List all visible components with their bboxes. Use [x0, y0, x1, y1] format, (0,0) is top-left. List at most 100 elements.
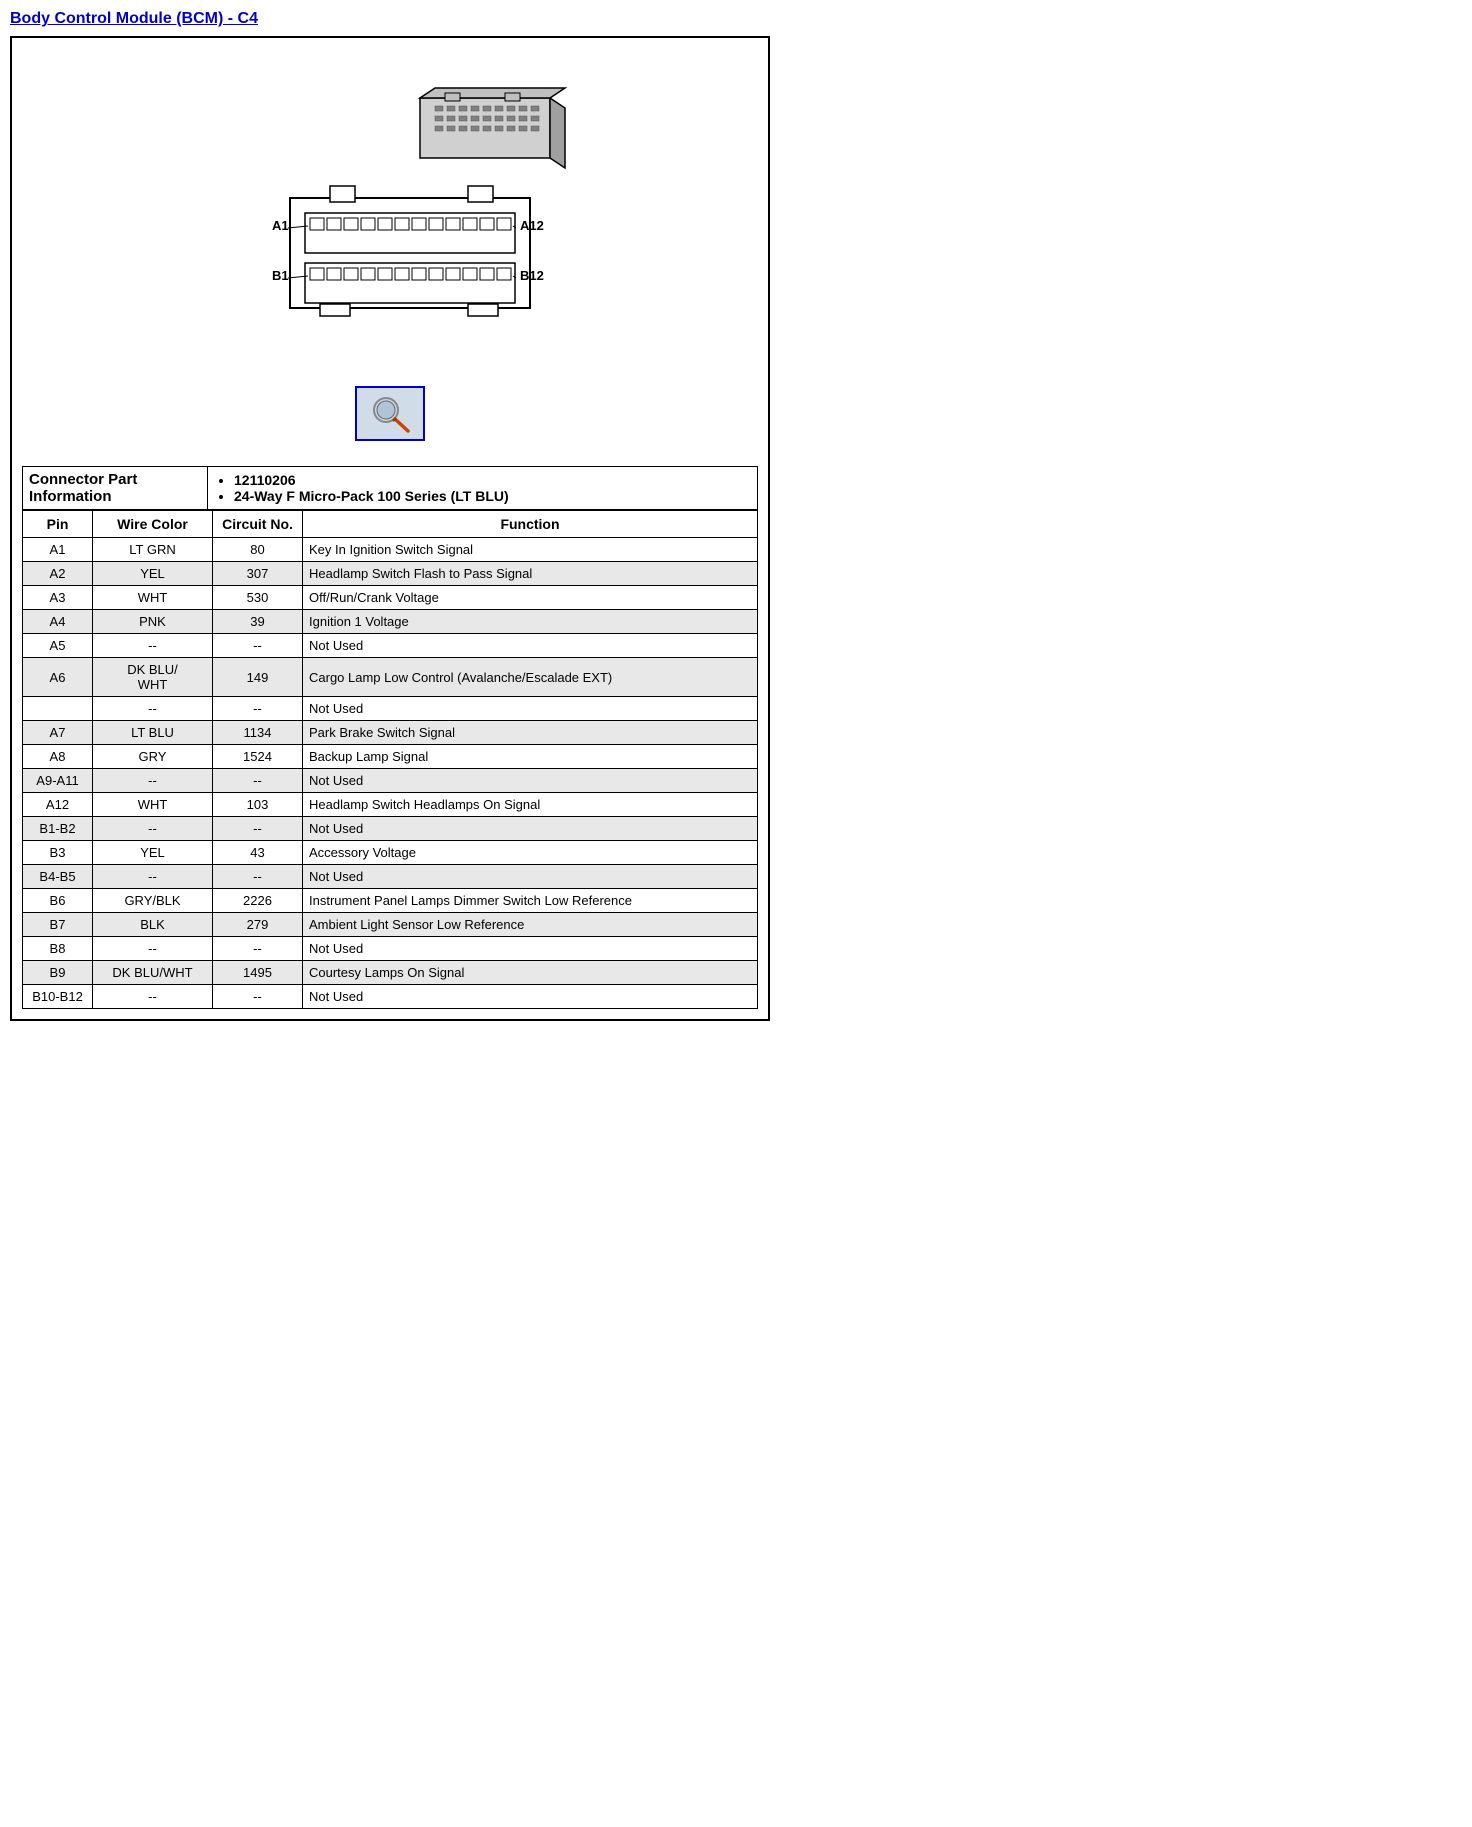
cell-wire: -- — [93, 937, 213, 961]
cell-wire: -- — [93, 634, 213, 658]
cell-pin: B9 — [23, 961, 93, 985]
table-row: A8 GRY 1524 Backup Lamp Signal — [23, 745, 758, 769]
connector-drawing: A1 A12 B1 B12 — [190, 68, 590, 371]
cell-circuit: -- — [213, 697, 303, 721]
cell-wire: -- — [93, 985, 213, 1009]
cell-pin: A7 — [23, 721, 93, 745]
svg-text:A12: A12 — [520, 218, 544, 233]
connector-part-values: 12110206 24-Way F Micro-Pack 100 Series … — [208, 467, 758, 510]
cell-function: Off/Run/Crank Voltage — [303, 586, 758, 610]
table-row: B1-B2 -- -- Not Used — [23, 817, 758, 841]
cell-wire: -- — [93, 697, 213, 721]
cell-pin: A12 — [23, 793, 93, 817]
cell-circuit: -- — [213, 937, 303, 961]
table-row: A4 PNK 39 Ignition 1 Voltage — [23, 610, 758, 634]
cell-function: Instrument Panel Lamps Dimmer Switch Low… — [303, 889, 758, 913]
cell-pin: B4-B5 — [23, 865, 93, 889]
cell-circuit: -- — [213, 817, 303, 841]
cell-pin: B1-B2 — [23, 817, 93, 841]
cell-pin: A2 — [23, 562, 93, 586]
header-wire: Wire Color — [93, 511, 213, 538]
table-row: -- -- Not Used — [23, 697, 758, 721]
pin-table-header: Pin Wire Color Circuit No. Function — [23, 511, 758, 538]
table-row: A3 WHT 530 Off/Run/Crank Voltage — [23, 586, 758, 610]
cell-circuit: -- — [213, 769, 303, 793]
magnify-icon-box — [355, 386, 425, 441]
cell-function: Ambient Light Sensor Low Reference — [303, 913, 758, 937]
cell-circuit: 530 — [213, 586, 303, 610]
svg-text:A1: A1 — [272, 218, 289, 233]
table-row: B8 -- -- Not Used — [23, 937, 758, 961]
cell-function: Accessory Voltage — [303, 841, 758, 865]
part-number: 12110206 — [234, 472, 751, 488]
main-content: A1 A12 B1 B12 C — [10, 36, 770, 1021]
cell-pin: B10-B12 — [23, 985, 93, 1009]
cell-function: Park Brake Switch Signal — [303, 721, 758, 745]
cell-function: Backup Lamp Signal — [303, 745, 758, 769]
part-description: 24-Way F Micro-Pack 100 Series (LT BLU) — [234, 488, 751, 504]
cell-pin: A3 — [23, 586, 93, 610]
cell-pin: A1 — [23, 538, 93, 562]
table-row: A1 LT GRN 80 Key In Ignition Switch Sign… — [23, 538, 758, 562]
cell-wire: LT BLU — [93, 721, 213, 745]
cell-pin — [23, 697, 93, 721]
magnify-wrap — [355, 386, 425, 441]
cell-circuit: 43 — [213, 841, 303, 865]
connector-part-row: Connector Part Information 12110206 24-W… — [23, 467, 758, 510]
cell-wire: GRY/BLK — [93, 889, 213, 913]
page-title: Body Control Module (BCM) - C4 — [10, 10, 770, 28]
connector-diagram: A1 A12 B1 B12 — [22, 48, 758, 466]
cell-function: Cargo Lamp Low Control (Avalanche/Escala… — [303, 658, 758, 697]
cell-circuit: 103 — [213, 793, 303, 817]
cell-circuit: 2226 — [213, 889, 303, 913]
cell-function: Not Used — [303, 634, 758, 658]
table-row: A9-A11 -- -- Not Used — [23, 769, 758, 793]
table-row: A2 YEL 307 Headlamp Switch Flash to Pass… — [23, 562, 758, 586]
table-row: B3 YEL 43 Accessory Voltage — [23, 841, 758, 865]
table-row: A12 WHT 103 Headlamp Switch Headlamps On… — [23, 793, 758, 817]
cell-circuit: 1495 — [213, 961, 303, 985]
cell-wire: PNK — [93, 610, 213, 634]
cell-function: Ignition 1 Voltage — [303, 610, 758, 634]
table-row: B6 GRY/BLK 2226 Instrument Panel Lamps D… — [23, 889, 758, 913]
cell-wire: YEL — [93, 562, 213, 586]
cell-circuit: 279 — [213, 913, 303, 937]
cell-circuit: 1524 — [213, 745, 303, 769]
cell-pin: A9-A11 — [23, 769, 93, 793]
cell-function: Not Used — [303, 697, 758, 721]
table-row: A5 -- -- Not Used — [23, 634, 758, 658]
cell-function: Headlamp Switch Headlamps On Signal — [303, 793, 758, 817]
cell-wire: YEL — [93, 841, 213, 865]
header-circuit: Circuit No. — [213, 511, 303, 538]
cell-wire: WHT — [93, 586, 213, 610]
cell-pin: B8 — [23, 937, 93, 961]
cell-function: Not Used — [303, 865, 758, 889]
table-row: B7 BLK 279 Ambient Light Sensor Low Refe… — [23, 913, 758, 937]
cell-pin: B7 — [23, 913, 93, 937]
cell-pin: A8 — [23, 745, 93, 769]
cell-circuit: 80 — [213, 538, 303, 562]
svg-text:B1: B1 — [272, 268, 289, 283]
cell-wire: -- — [93, 769, 213, 793]
table-row: A6 DK BLU/ WHT 149 Cargo Lamp Low Contro… — [23, 658, 758, 697]
table-row: B10-B12 -- -- Not Used — [23, 985, 758, 1009]
table-row: A7 LT BLU 1134 Park Brake Switch Signal — [23, 721, 758, 745]
cell-wire: -- — [93, 865, 213, 889]
cell-pin: A6 — [23, 658, 93, 697]
table-row: B4-B5 -- -- Not Used — [23, 865, 758, 889]
svg-text:B12: B12 — [520, 268, 544, 283]
cell-circuit: 1134 — [213, 721, 303, 745]
table-row: B9 DK BLU/WHT 1495 Courtesy Lamps On Sig… — [23, 961, 758, 985]
cell-circuit: -- — [213, 634, 303, 658]
cell-circuit: -- — [213, 865, 303, 889]
header-function: Function — [303, 511, 758, 538]
cell-pin: B6 — [23, 889, 93, 913]
cell-function: Key In Ignition Switch Signal — [303, 538, 758, 562]
cell-pin: B3 — [23, 841, 93, 865]
cell-wire: -- — [93, 817, 213, 841]
cell-function: Headlamp Switch Flash to Pass Signal — [303, 562, 758, 586]
cell-circuit: 39 — [213, 610, 303, 634]
cell-wire: LT GRN — [93, 538, 213, 562]
cell-circuit: 149 — [213, 658, 303, 697]
cell-wire: GRY — [93, 745, 213, 769]
